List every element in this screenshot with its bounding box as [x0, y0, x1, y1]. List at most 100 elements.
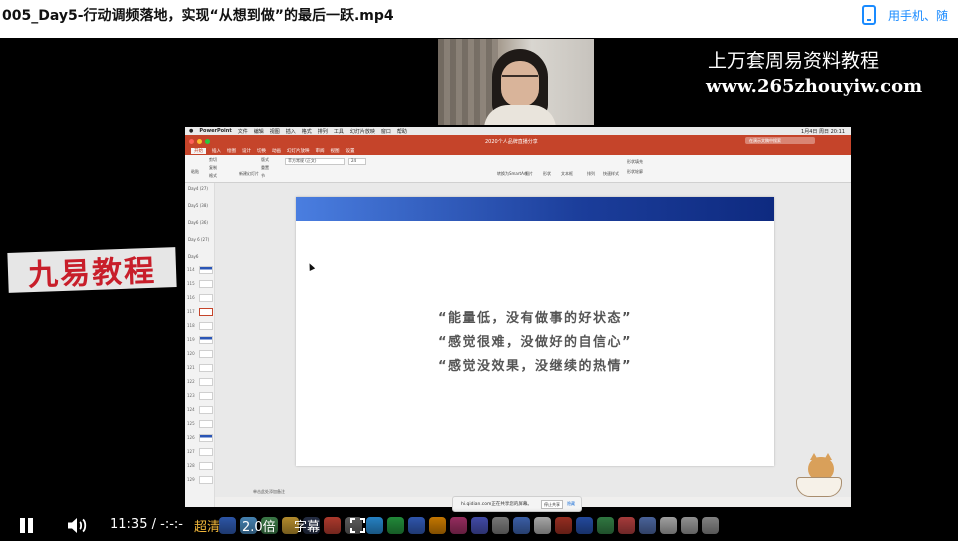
- document-name: 2020个人品牌直播分享: [485, 138, 538, 145]
- thumbnail-image: [199, 266, 213, 274]
- ribbon-layout: 版式: [261, 157, 269, 162]
- menu-item: 文件: [237, 128, 248, 135]
- thumbnail-image: [199, 476, 213, 484]
- slide-number: 116: [187, 295, 195, 300]
- slide-thumbnail: 118: [187, 321, 215, 331]
- cat-bathtub-sticker: [794, 451, 844, 503]
- slide-thumbnail-selected: 117: [187, 307, 215, 317]
- thumbnail-image: [199, 392, 213, 400]
- slide-thumbnail: 121: [187, 363, 215, 373]
- thumbnail-image: [199, 406, 213, 414]
- ribbon-picture: 图片: [525, 171, 533, 176]
- slide-quote: “感觉很难，没做好的自信心”: [437, 335, 633, 350]
- screen-share-text: hi.qidian.com正在共享您的屏幕。: [461, 502, 532, 507]
- phone-watch-link[interactable]: 用手机、随: [862, 4, 948, 26]
- time-separator: /: [151, 517, 156, 532]
- slide-thumbnail: 120: [187, 349, 215, 359]
- slide-number: 127: [187, 449, 195, 454]
- menu-item: 视图: [269, 128, 280, 135]
- slide-thumbnail-pane: Day4 (27) Day5 (38) Day6 (36) Day 6 (27)…: [185, 183, 215, 507]
- thumbnail-image: [199, 378, 213, 386]
- ribbon-paste: 粘贴: [191, 169, 199, 174]
- slide-thumbnail: 119: [187, 335, 215, 345]
- powerpoint-window: ● PowerPoint 文件 编辑 视图 插入 格式 排列 工具 幻灯片放映 …: [185, 127, 851, 507]
- slide-thumbnail: 129: [187, 475, 215, 485]
- phone-watch-label: 用手机、随: [888, 8, 949, 23]
- mac-clock: 1月4日 周日 20:11: [801, 128, 845, 135]
- ribbon-cut: 剪切: [209, 157, 217, 162]
- slide-number: 128: [187, 463, 195, 468]
- quality-button[interactable]: 超清: [194, 516, 220, 535]
- speed-button[interactable]: 2.0倍: [242, 516, 276, 535]
- ribbon-reset: 重置: [261, 165, 269, 170]
- pause-icon[interactable]: [19, 518, 34, 533]
- fullscreen-icon[interactable]: [350, 518, 365, 533]
- slide-number: 119: [187, 337, 195, 342]
- ribbon-textbox: 文本框: [561, 171, 573, 176]
- ppt-tab: 幻灯片放映: [287, 149, 310, 154]
- thumbnail-image: [199, 364, 213, 372]
- apple-logo-icon: ●: [189, 128, 194, 134]
- bathtub: [796, 477, 842, 497]
- menu-item: 窗口: [380, 128, 391, 135]
- menu-item: 帮助: [396, 128, 407, 135]
- ppt-tab: 设计: [242, 149, 251, 154]
- thumbnail-image: [199, 462, 213, 470]
- ppt-tab: 插入: [212, 149, 221, 154]
- webcam-curtain: [438, 39, 498, 125]
- ppt-search: 在演示文稿中搜索: [745, 137, 815, 144]
- slide-number: 118: [187, 323, 195, 328]
- current-slide: “能量低，没有做事的好状态” “感觉很难，没做好的自信心” “感觉没效果，没继续…: [296, 197, 774, 466]
- ppt-tab: 视图: [330, 149, 340, 154]
- thumbnail-image: [199, 294, 213, 302]
- thumbnail-image: [199, 434, 213, 442]
- current-time: 11:35: [110, 517, 148, 532]
- ribbon-convert: 转换为SmartArt: [497, 171, 528, 176]
- thumbnail-image: [199, 420, 213, 428]
- hide-link: 隐藏: [567, 501, 575, 506]
- menu-item: 格式: [301, 128, 312, 135]
- minimize-dot-icon: [197, 138, 202, 144]
- slide-thumbnail: 124: [187, 405, 215, 415]
- slide-number: 123: [187, 393, 195, 398]
- subtitles-button[interactable]: 字幕: [294, 516, 320, 535]
- cat-ear: [810, 453, 818, 460]
- slide-thumbnail: 128: [187, 461, 215, 471]
- slide-number: 125: [187, 421, 195, 426]
- menu-item: 工具: [333, 128, 344, 135]
- slide-number: 124: [187, 407, 195, 412]
- slide-canvas: “能量低，没有做事的好状态” “感觉很难，没做好的自信心” “感觉没效果，没继续…: [215, 183, 851, 497]
- menu-app-name: PowerPoint: [199, 128, 232, 134]
- webcam-presenter-shirt: [484, 105, 556, 125]
- duration: -:-:-: [160, 517, 183, 532]
- slide-thumbnail: 114: [187, 265, 215, 275]
- ppt-ribbon-tabs: 开始 插入 绘图 设计 切换 动画 幻灯片放映 审阅 视图 设置: [185, 147, 851, 155]
- video-player[interactable]: 上万套周易资料教程 www.265zhouyiw.com 九易教程 ● Powe…: [0, 38, 958, 541]
- page-header: 005_Day5-行动调频落地，实现“从想到做”的最后一跃.mp4 用手机、随: [0, 0, 958, 38]
- menu-item: 排列: [317, 128, 328, 135]
- slide-thumbnail: 123: [187, 391, 215, 401]
- ppt-tab: 动画: [272, 149, 281, 154]
- section-label: Day 6 (27): [188, 237, 210, 242]
- close-dot-icon: [189, 138, 194, 144]
- ribbon-arrange: 排列: [587, 171, 595, 176]
- phone-icon: [862, 5, 876, 25]
- slide-quote: “能量低，没有做事的好状态”: [437, 311, 633, 326]
- slide-number: 120: [187, 351, 195, 356]
- ppt-tab: 设置: [345, 149, 355, 154]
- slide-number: 114: [187, 267, 195, 272]
- slide-number: 121: [187, 365, 195, 370]
- time-display: 11:35 / -:-:-: [110, 517, 183, 532]
- ppt-tab: 绘图: [227, 149, 236, 154]
- thumbnail-image: [199, 350, 213, 358]
- ribbon-shape: 形状: [543, 171, 551, 176]
- watermark-text: 上万套周易资料教程: [708, 50, 880, 72]
- ribbon-font-size: 24: [351, 158, 357, 163]
- webcam-feed: [438, 39, 594, 125]
- slide-thumbnail: 126: [187, 433, 215, 443]
- player-controls: 11:35 / -:-:- 超清 2.0倍 字幕: [0, 508, 958, 541]
- volume-icon[interactable]: [67, 517, 89, 534]
- slide-number: 117: [187, 309, 195, 314]
- ppt-title-bar: 2020个人品牌直播分享 在演示文稿中搜索: [185, 135, 851, 147]
- zoom-dot-icon: [205, 138, 210, 144]
